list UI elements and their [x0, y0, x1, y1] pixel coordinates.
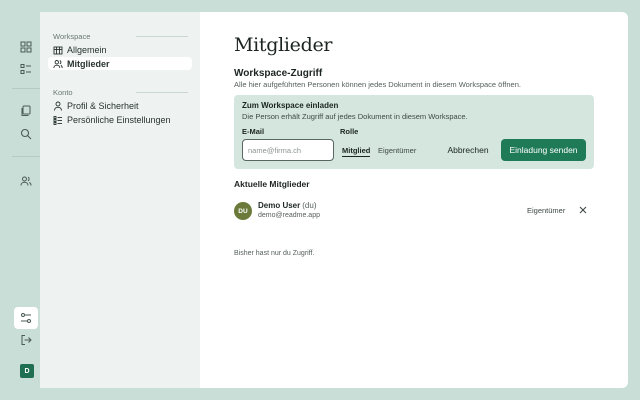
workspace-access-title: Workspace-Zugriff — [234, 68, 323, 79]
workspace-access-description: Alle hier aufgeführten Personen können j… — [234, 80, 521, 89]
sidebar-item-persoenliche-einstellungen[interactable]: Persönliche Einstellungen — [48, 113, 192, 126]
rail-divider — [12, 88, 40, 89]
sidebar-item-allgemein[interactable]: Allgemein — [48, 43, 192, 56]
building-icon — [53, 46, 63, 54]
user-avatar[interactable]: D — [20, 364, 34, 378]
sidebar-item-label: Allgemein — [67, 44, 107, 55]
invite-description: Die Person erhält Zugriff auf jedes Doku… — [242, 112, 468, 121]
member-name: Demo User (du) — [258, 201, 316, 210]
settings-sliders-icon[interactable] — [14, 307, 38, 329]
email-label: E-Mail — [242, 127, 265, 136]
invite-title: Zum Workspace einladen — [242, 101, 339, 110]
grid-icon[interactable] — [16, 37, 36, 57]
search-icon[interactable] — [16, 124, 36, 144]
settings-sidebar: Workspace Allgemein Mitglieder Konto Pro… — [40, 12, 200, 388]
nav-section-konto: Konto — [53, 88, 73, 97]
member-email: demo@readme.app — [258, 212, 320, 219]
users-icon[interactable] — [16, 171, 36, 191]
rail-divider — [12, 156, 40, 157]
invite-panel: Zum Workspace einladen Die Person erhält… — [234, 95, 594, 169]
icon-rail: D — [10, 12, 42, 388]
role-option-eigentuemer[interactable]: Eigentümer — [378, 146, 416, 155]
member-you-tag: (du) — [302, 201, 317, 210]
avatar: DU — [234, 202, 252, 220]
role-option-mitglied[interactable]: Mitglied — [342, 146, 371, 157]
sidebar-item-mitglieder[interactable]: Mitglieder — [48, 57, 192, 70]
logout-icon[interactable] — [16, 330, 36, 350]
preferences-icon — [53, 115, 62, 125]
close-icon[interactable] — [578, 205, 588, 215]
nav-divider — [136, 92, 188, 93]
email-field[interactable] — [242, 139, 334, 161]
page-title: Mitglieder — [234, 34, 333, 56]
nav-section-workspace: Workspace — [53, 32, 91, 41]
sidebar-item-profil[interactable]: Profil & Sicherheit — [48, 99, 192, 112]
nav-divider — [136, 36, 188, 37]
sidebar-item-label: Persönliche Einstellungen — [67, 114, 171, 125]
role-label: Rolle — [340, 127, 359, 136]
member-role[interactable]: Eigentümer — [527, 206, 565, 215]
send-invite-button[interactable]: Einladung senden — [501, 139, 586, 161]
member-name-text: Demo User — [258, 201, 301, 210]
user-icon — [54, 101, 62, 111]
cancel-button[interactable]: Abbrechen — [442, 139, 494, 161]
sidebar-item-label: Profil & Sicherheit — [67, 100, 139, 111]
members-icon — [53, 59, 63, 68]
access-note: Bisher hast nur du Zugriff. — [234, 250, 315, 257]
members-section-title: Aktuelle Mitglieder — [234, 179, 310, 189]
sidebar-item-label: Mitglieder — [67, 58, 110, 69]
main-panel: Mitglieder Workspace-Zugriff Alle hier a… — [200, 12, 628, 388]
documents-icon[interactable] — [16, 101, 36, 121]
checklist-icon[interactable] — [16, 59, 36, 79]
